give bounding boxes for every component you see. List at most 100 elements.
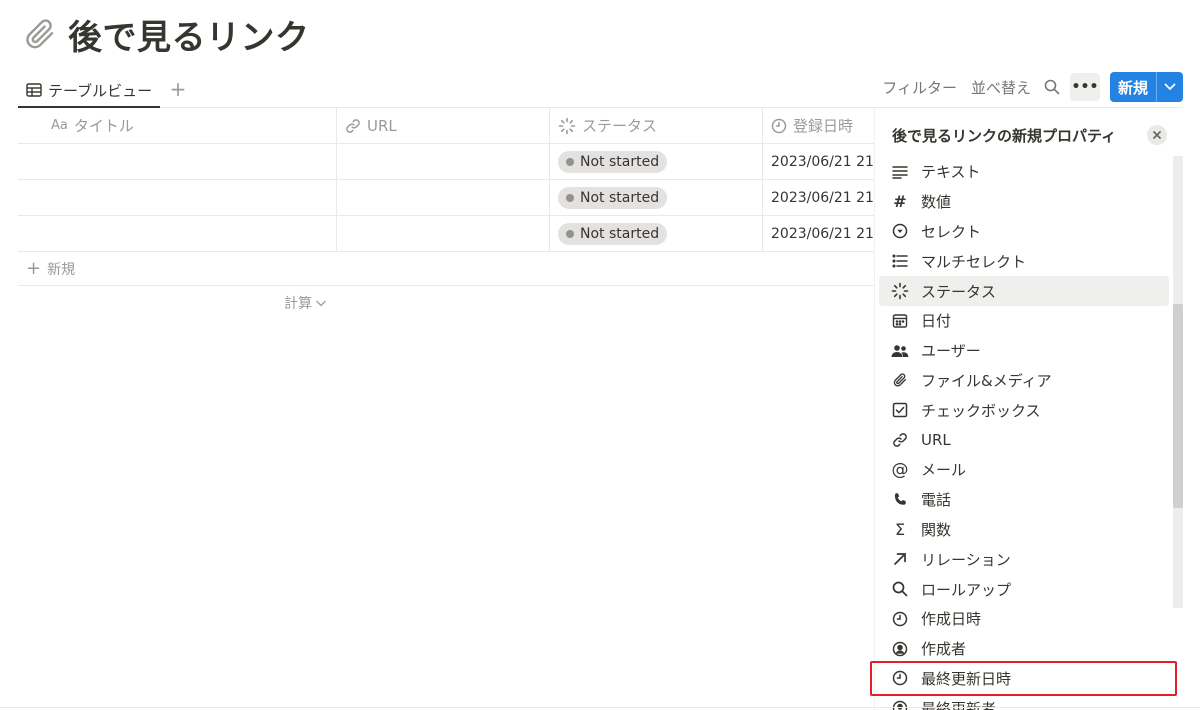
property-type-user[interactable]: ユーザー [879,336,1169,366]
add-row-button[interactable]: + 新規 [18,252,874,286]
close-icon[interactable] [1147,125,1167,145]
link-icon [891,431,909,449]
property-type-label: 作成者 [921,640,967,659]
status-label: Not started [580,153,660,170]
column-header-status[interactable]: ステータス [550,108,763,143]
paperclip-icon[interactable] [20,14,60,54]
url-cell[interactable] [337,144,550,179]
property-type-created-by[interactable]: 作成者 [879,634,1169,664]
property-type-created-time[interactable]: 作成日時 [879,604,1169,634]
property-type-email[interactable]: @ メール [879,455,1169,485]
property-type-files-media[interactable]: ファイル&メディア [879,366,1169,396]
column-header-url[interactable]: URL [337,108,550,143]
filter-button[interactable]: フィルター [875,77,964,98]
property-type-label: セレクト [921,222,982,241]
link-icon [346,118,360,133]
property-type-label: 日付 [921,312,952,331]
phone-icon [891,491,909,509]
page-header: 後で見るリンク [20,10,310,59]
status-badge: Not started [558,222,668,245]
url-cell[interactable] [337,216,550,251]
property-type-text[interactable]: テキスト [879,157,1169,187]
panel-title: 後で見るリンクの新規プロパティ [892,127,1117,145]
property-type-date[interactable]: 日付 [879,306,1169,336]
search-icon [891,580,909,598]
checkbox-icon [891,401,909,419]
text-type-icon: Aa [51,118,68,133]
paperclip-icon [891,371,909,389]
title-cell[interactable] [18,180,337,215]
arrow-up-right-icon [891,550,909,568]
add-view-button[interactable]: + [168,76,188,102]
sort-button[interactable]: 並べ替え [964,77,1038,98]
number-icon: # [893,192,907,212]
person-circle-icon [891,699,909,710]
scrollbar-thumb[interactable] [1173,304,1183,508]
plus-icon: + [26,258,42,279]
property-type-label: 数値 [921,193,952,212]
status-cell[interactable]: Not started [550,144,763,179]
property-type-status[interactable]: ステータス [879,276,1169,306]
calendar-icon [891,312,909,330]
property-type-formula[interactable]: Σ 関数 [879,515,1169,545]
property-type-label: ユーザー [921,342,981,361]
property-type-checkbox[interactable]: チェックボックス [879,395,1169,425]
created-cell[interactable]: 2023/06/21 21:3 [763,216,874,251]
database-table: Aa タイトル URL ステータス 登録日時 Not started 2023/… [18,108,874,320]
column-header-title[interactable]: Aa タイトル [18,108,337,143]
calculate-button[interactable]: 計算 [284,293,326,313]
status-icon [558,117,576,134]
created-cell[interactable]: 2023/06/21 21:3 [763,180,874,215]
chevron-down-icon [316,300,326,306]
created-cell[interactable]: 2023/06/21 21:3 [763,144,874,179]
property-type-label: テキスト [921,163,981,182]
table-row[interactable]: Not started 2023/06/21 21:3 [18,144,874,180]
panel-scrollbar[interactable] [1173,156,1183,608]
clock-icon [891,610,909,628]
panel-header: 後で見るリンクの新規プロパティ [875,122,1183,148]
table-header: Aa タイトル URL ステータス 登録日時 [18,108,874,144]
property-type-label: 電話 [921,491,952,510]
highlight-annotation [870,661,1177,696]
chevron-down-icon[interactable] [1157,72,1183,102]
status-label: Not started [580,225,660,242]
tab-table-view[interactable]: テーブルビュー [18,74,161,108]
property-type-label: チェックボックス [921,401,1041,420]
property-type-label: マルチセレクト [921,252,1027,271]
column-label: 登録日時 [793,117,854,135]
property-type-select[interactable]: セレクト [879,217,1169,247]
property-type-url[interactable]: URL [879,425,1169,455]
calculate-label: 計算 [284,296,312,312]
tab-label: テーブルビュー [48,81,153,100]
property-type-label: 作成日時 [921,610,982,629]
url-cell[interactable] [337,180,550,215]
status-dot [566,193,574,202]
title-cell[interactable] [18,216,337,251]
new-button-label[interactable]: 新規 [1110,72,1157,102]
property-type-number[interactable]: # 数値 [879,187,1169,217]
title-cell[interactable] [18,144,337,179]
column-header-created[interactable]: 登録日時 [763,108,874,143]
at-icon: @ [891,459,909,480]
property-type-multi-select[interactable]: マルチセレクト [879,246,1169,276]
property-type-list: テキスト # 数値 セレクト マルチセレクト ステータス 日付 ユーザー ファイ [879,157,1169,710]
property-type-phone[interactable]: 電話 [879,485,1169,515]
property-type-label: ロールアップ [921,580,1012,599]
property-type-rollup[interactable]: ロールアップ [879,574,1169,604]
property-type-label: リレーション [921,550,1011,569]
table-row[interactable]: Not started 2023/06/21 21:3 [18,216,874,252]
more-options-button[interactable]: ••• [1069,73,1100,101]
search-icon[interactable] [1038,73,1066,101]
view-bar: テーブルビュー + フィルター 並べ替え ••• 新規 [18,72,1183,108]
person-circle-icon [891,640,909,658]
status-cell[interactable]: Not started [550,180,763,215]
page-title[interactable]: 後で見るリンク [68,10,310,59]
people-icon [891,342,909,360]
property-type-relation[interactable]: リレーション [879,544,1169,574]
property-type-label: 関数 [921,520,952,539]
status-cell[interactable]: Not started [550,216,763,251]
toolbar: フィルター 並べ替え ••• 新規 [875,72,1183,102]
table-icon [26,83,42,97]
new-button[interactable]: 新規 [1109,72,1183,102]
table-row[interactable]: Not started 2023/06/21 21:3 [18,180,874,216]
